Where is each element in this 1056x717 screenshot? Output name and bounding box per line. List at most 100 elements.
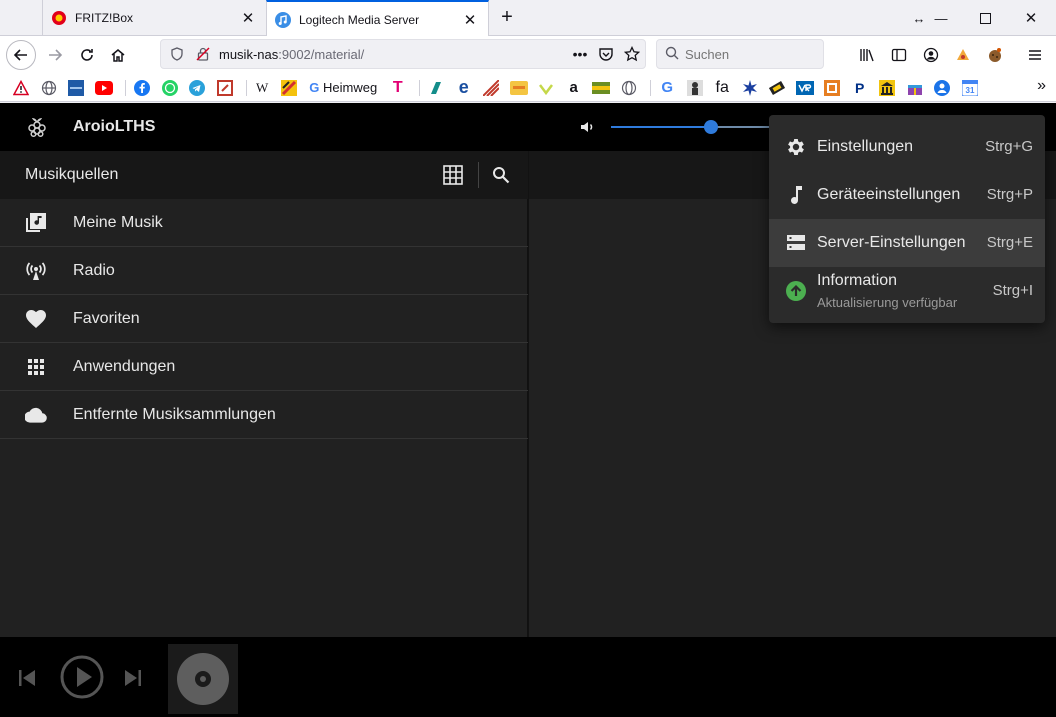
menu-item-label: Server-Einstellungen xyxy=(817,234,966,251)
extension-cookie-icon[interactable] xyxy=(982,42,1008,68)
player-name[interactable]: AroioLTHS xyxy=(73,118,155,136)
bookmark-globe-icon[interactable] xyxy=(38,77,60,99)
bookmark-separator xyxy=(125,79,126,96)
bookmark-telekom-icon[interactable]: T xyxy=(387,77,409,99)
bookmark-heimweg[interactable]: G Heimweg xyxy=(305,77,381,99)
pocket-icon[interactable] xyxy=(593,41,619,67)
sidebar-icon[interactable] xyxy=(886,42,912,68)
bookmark-star-icon[interactable] xyxy=(619,41,645,67)
volume-slider-fill xyxy=(611,126,712,128)
nav-item-label: Entfernte Musiksammlungen xyxy=(73,406,276,423)
shield-icon[interactable] xyxy=(167,44,187,64)
bookmark-flag-icon[interactable] xyxy=(590,77,612,99)
bookmark-teal-icon[interactable] xyxy=(425,77,447,99)
grid-view-icon[interactable] xyxy=(440,162,466,188)
search-icon[interactable] xyxy=(488,162,514,188)
menu-item-label: Einstellungen xyxy=(817,138,914,155)
nav-item-label: Radio xyxy=(73,262,115,279)
now-playing-bar xyxy=(0,637,1056,717)
bookmark-vr-bank-icon[interactable] xyxy=(794,77,816,99)
bookmark-telegram-icon[interactable] xyxy=(186,77,208,99)
url-text[interactable]: musik-nas:9002/material/ xyxy=(219,47,567,62)
bookmark-colorful-icon[interactable] xyxy=(278,77,300,99)
volume-slider-thumb[interactable] xyxy=(704,120,719,134)
bookmark-wikipedia[interactable]: W xyxy=(252,77,272,99)
bookmark-gift-icon[interactable] xyxy=(904,77,926,99)
bookmark-fa-icon[interactable]: fa xyxy=(711,77,733,99)
bookmark-calendar-icon[interactable]: 31 xyxy=(959,77,981,99)
gear-icon xyxy=(785,136,807,158)
bookmark-stripes-icon[interactable] xyxy=(480,77,502,99)
bookmark-red-square-icon[interactable] xyxy=(214,77,236,99)
volume-speaker-icon[interactable] xyxy=(578,118,596,136)
browser-window: FRITZ!Box ✕ Logitech Media Server ✕ + ↔ … xyxy=(0,0,1056,717)
skip-next-icon[interactable] xyxy=(120,665,146,691)
menu-item-einstellungen[interactable]: Einstellungen Strg+G xyxy=(769,123,1045,171)
maximize-icon[interactable] xyxy=(970,0,1000,36)
bookmark-amazon-icon[interactable]: a xyxy=(563,77,585,99)
bookmark-museum-icon[interactable] xyxy=(876,77,898,99)
music-sources-header: Musikquellen xyxy=(0,151,528,199)
account-icon[interactable] xyxy=(918,42,944,68)
menu-item-server-einstellungen[interactable]: Server-Einstellungen Strg+E xyxy=(769,219,1045,267)
bookmark-youtube-icon[interactable] xyxy=(93,77,115,99)
tab-logitech-media-server[interactable]: Logitech Media Server ✕ xyxy=(266,0,489,37)
update-available-icon xyxy=(785,280,807,302)
bookmark-star-burst-icon[interactable] xyxy=(739,77,761,99)
music-note-icon xyxy=(785,184,807,206)
close-window-icon[interactable]: ✕ xyxy=(1016,0,1046,36)
extension-triangle-icon[interactable] xyxy=(950,42,976,68)
menu-item-information[interactable]: Information Aktualisierung verfügbar Str… xyxy=(769,267,1045,315)
bookmark-facebook-icon[interactable] xyxy=(131,77,153,99)
insecure-lock-icon[interactable] xyxy=(193,44,213,64)
menu-item-label: Geräteeinstellungen xyxy=(817,186,961,203)
nav-item-label: Favoriten xyxy=(73,310,140,327)
nav-item-entfernte-musiksammlungen[interactable]: Entfernte Musiksammlungen xyxy=(0,391,528,439)
nav-item-label: Meine Musik xyxy=(73,214,163,231)
back-arrow-icon[interactable] xyxy=(6,40,36,70)
menu-item-shortcut: Strg+I xyxy=(992,282,1033,299)
bookmark-google-icon[interactable]: G xyxy=(656,77,678,99)
tab-fritzbox[interactable]: FRITZ!Box ✕ xyxy=(42,0,266,36)
bookmark-globe2-icon[interactable] xyxy=(618,77,640,99)
minimize-icon[interactable]: — xyxy=(926,0,956,36)
fritzbox-favicon-icon xyxy=(51,10,67,26)
forward-arrow-icon[interactable] xyxy=(40,40,70,70)
bookmark-label: Heimweg xyxy=(323,80,378,95)
play-icon[interactable] xyxy=(58,653,106,701)
hamburger-menu-icon[interactable] xyxy=(1022,42,1048,68)
tab-close-icon[interactable]: ✕ xyxy=(460,10,480,30)
bookmark-whatsapp-icon[interactable] xyxy=(159,77,181,99)
nav-item-anwendungen[interactable]: Anwendungen xyxy=(0,343,528,391)
home-icon[interactable] xyxy=(103,40,133,70)
bookmark-yellow-card-icon[interactable] xyxy=(508,77,530,99)
reload-icon[interactable] xyxy=(72,40,102,70)
bookmark-figure-icon[interactable] xyxy=(684,77,706,99)
bookmark-user-icon[interactable] xyxy=(931,77,953,99)
server-icon xyxy=(785,232,807,254)
album-cover-placeholder[interactable] xyxy=(168,644,238,714)
bookmark-orange-icon[interactable] xyxy=(821,77,843,99)
library-icon[interactable] xyxy=(854,42,880,68)
bookmark-paypal-icon[interactable]: P xyxy=(849,77,871,99)
bookmark-film-icon[interactable] xyxy=(766,77,788,99)
menu-item-geraeteeinstellungen[interactable]: Geräteeinstellungen Strg+P xyxy=(769,171,1045,219)
search-input[interactable] xyxy=(685,46,815,62)
page-actions-dots-icon[interactable]: ••• xyxy=(567,41,593,67)
tab-close-icon[interactable]: ✕ xyxy=(238,8,258,28)
raspberry-logo-icon[interactable] xyxy=(26,115,48,139)
url-bar[interactable]: musik-nas:9002/material/ ••• xyxy=(160,39,646,69)
bookmarks-overflow-chevrons-icon[interactable]: » xyxy=(1037,77,1046,95)
music-favicon-icon xyxy=(275,11,291,28)
new-tab-plus-icon[interactable]: + xyxy=(494,6,520,30)
nav-item-radio[interactable]: Radio xyxy=(0,247,528,295)
skip-previous-icon[interactable] xyxy=(14,665,40,691)
search-bar[interactable] xyxy=(656,39,824,69)
url-path: :9002/material/ xyxy=(278,46,365,62)
bookmark-check-icon[interactable] xyxy=(535,77,557,99)
nav-item-favoriten[interactable]: Favoriten xyxy=(0,295,528,343)
bookmark-edge-icon[interactable]: e xyxy=(453,77,475,99)
bookmark-blue-square-icon[interactable] xyxy=(65,77,87,99)
nav-item-meine-musik[interactable]: Meine Musik xyxy=(0,199,528,247)
bookmark-warning-icon[interactable] xyxy=(10,77,32,99)
